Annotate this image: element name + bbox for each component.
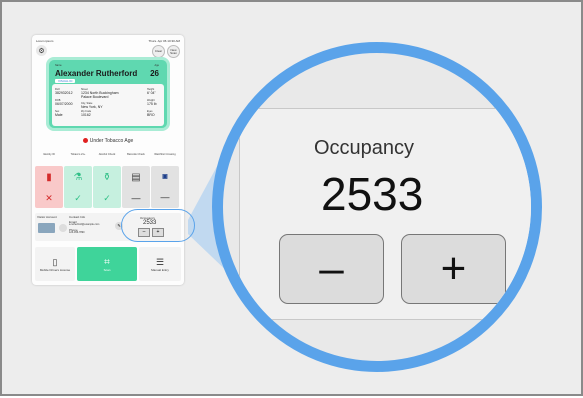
mobile-license-label: Mobile Drivers License — [39, 267, 71, 272]
check-head-alcohol: Alcohol Check — [98, 153, 116, 156]
status-dot-icon — [82, 138, 88, 144]
scan-icon: ⌗ — [104, 256, 110, 268]
visitor-account-label: Visitor Account — [37, 215, 57, 219]
street-value: 1234 North Buckingham Palace Boulevard — [81, 91, 119, 99]
screenshot-stage: Lorem ipsum Thurs. Apr 06 10:30 AM ⚙ Cle… — [0, 0, 583, 396]
fail-mark: ✕ — [45, 192, 53, 203]
zip-value: 10162 — [81, 113, 91, 117]
scan-button[interactable]: ⌗ Scan — [77, 247, 137, 281]
check-head-identity: Identity ID — [43, 153, 55, 156]
status-left: Lorem ipsum — [36, 39, 54, 43]
neutral-mark: — — [131, 192, 141, 203]
tobacco-icon: ⚗ — [73, 171, 83, 183]
clear-button[interactable]: Clear — [152, 45, 165, 58]
plus-button[interactable]: + — [401, 234, 506, 304]
phone-icon: ▯ — [52, 256, 58, 267]
watchlist-logo-icon: ▣ — [162, 173, 168, 180]
age-label: Age — [154, 64, 159, 67]
minus-button[interactable]: – — [279, 234, 384, 304]
license-thumbnail — [38, 223, 55, 233]
id-number: 382932012 — [55, 91, 73, 95]
occupancy-value: 2533 — [321, 168, 424, 220]
holder-age: 26 — [150, 69, 159, 78]
alcohol-check[interactable]: ⚱ ✓ — [93, 166, 121, 208]
check-head-watchlist: Watchlist Crossing — [154, 153, 176, 156]
height-value: 6' 04" — [147, 91, 156, 95]
contact-info-label: Contact Info — [69, 215, 86, 219]
occupancy-zoom-panel: Occupancy 2533 – + — [239, 108, 531, 320]
dob-value: 06/07/2000 — [55, 102, 73, 106]
identity-check[interactable]: ▮ ✕ — [35, 166, 63, 208]
phone-value: 123-456-7890 — [69, 231, 85, 234]
email-value: a.rutherford@example.com — [69, 223, 100, 226]
status-bar: Lorem ipsum Thurs. Apr 06 10:30 AM — [36, 38, 180, 44]
neutral-mark: — — [160, 191, 170, 202]
eyes-value: BRO — [147, 113, 155, 117]
barcode-check[interactable]: ▤ — — [122, 166, 150, 208]
city-value: New York, NY — [81, 105, 103, 109]
holder-name: Alexander Rutherford — [55, 69, 138, 78]
list-icon: ☰ — [155, 256, 165, 267]
bottom-actions: ▯ Mobile Drivers License ⌗ Scan ☰ Manual… — [35, 247, 181, 282]
sex-value: Male — [55, 113, 63, 117]
bottle-icon: ⚱ — [102, 171, 112, 183]
check-head-barcode: Barcode Check — [127, 153, 145, 156]
status-right: Thurs. Apr 06 10:30 AM — [148, 39, 180, 43]
scan-label: Scan — [103, 267, 111, 272]
scanner-icon: ▤ — [131, 171, 141, 183]
weight-value: 175 lb — [147, 102, 157, 106]
visual-id-chip: VISUAL ID — [55, 79, 76, 83]
id-card: Name Alexander Rutherford Age 26 VISUAL … — [49, 60, 167, 128]
new-scan-button[interactable]: New Scan — [167, 45, 180, 58]
pass-mark: ✓ — [74, 192, 82, 203]
manual-entry-label: Manual Entry — [151, 267, 169, 272]
magnifier-circle: Occupancy 2533 – + — [212, 42, 542, 372]
watchlist-check[interactable]: ▣ — — [151, 166, 179, 208]
pass-mark: ✓ — [103, 192, 111, 203]
check-head-tobacco: Tobacco 21+ — [70, 153, 86, 156]
mobile-license-button[interactable]: ▯ Mobile Drivers License — [35, 247, 75, 281]
manual-entry-button[interactable]: ☰ Manual Entry — [139, 247, 181, 281]
tobacco-status: Under Tobacco Age — [32, 138, 184, 144]
occupancy-highlight-ring — [121, 209, 195, 242]
phone-screen: Lorem ipsum Thurs. Apr 06 10:30 AM ⚙ Cle… — [32, 35, 184, 285]
name-label: Name — [55, 64, 62, 67]
gear-icon[interactable]: ⚙ — [36, 45, 47, 56]
id-card-icon: ▮ — [46, 171, 52, 183]
occupancy-label: Occupancy — [314, 137, 415, 159]
badge-icon — [59, 224, 67, 232]
tobacco-check[interactable]: ⚗ ✓ — [64, 166, 92, 208]
tobacco-status-text: Under Tobacco Age — [89, 138, 134, 144]
